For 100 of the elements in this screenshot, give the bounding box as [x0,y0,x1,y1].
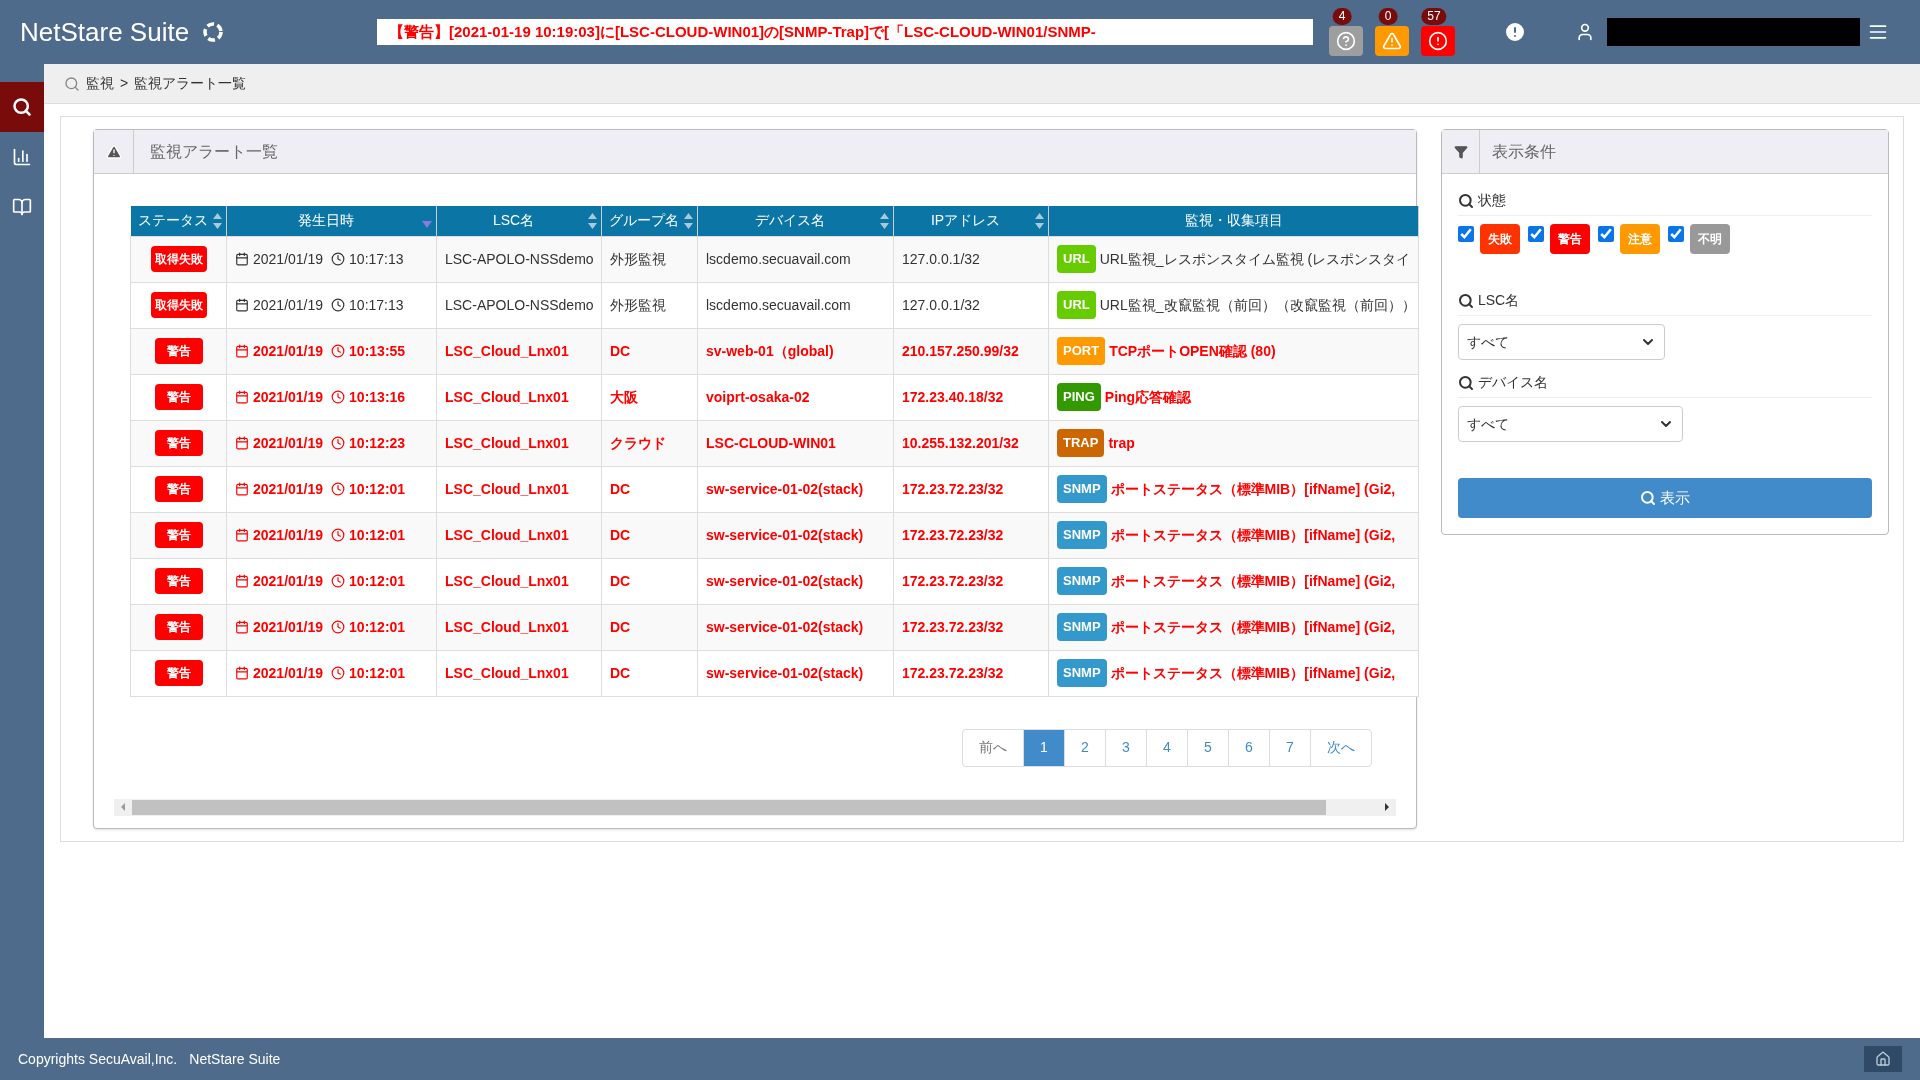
monitor-item-text: URL監視_レスポンスタイム監視 (レスポンスタイ [1099,249,1411,269]
page-button[interactable]: 3 [1106,729,1147,766]
status-tag: 警告 [1550,224,1590,254]
menu-icon[interactable] [1868,22,1888,42]
sort-icon[interactable] [684,212,693,229]
user-icon[interactable] [1575,22,1595,42]
table-cell: voiprt-osaka-02 [697,374,894,420]
column-header[interactable]: グループ名 [601,206,698,236]
breadcrumb-link[interactable]: 監視 [86,73,114,94]
status-checkbox[interactable] [1598,226,1614,242]
column-header[interactable]: LSC名 [436,206,602,236]
count-badge: 57 [1421,8,1447,25]
card-title: 表示条件 [1492,141,1556,162]
table-cell: LSC-APOLO-NSSdemo [436,236,602,282]
next-page-button[interactable]: 次へ [1311,729,1371,766]
page-button[interactable]: 4 [1147,729,1188,766]
alert-counter-button[interactable] [1421,26,1455,56]
table-cell: DC [601,328,698,374]
status-badge: 警告 [154,384,203,410]
clock-icon [331,620,346,634]
time-text: 10:12:01 [349,479,406,499]
horizontal-scrollbar[interactable] [114,798,1396,816]
lsc-select[interactable]: すべて [1458,324,1665,360]
page-button[interactable]: 7 [1270,729,1311,766]
sidebar-item[interactable] [0,82,44,132]
sort-icon[interactable] [588,212,597,229]
table-cell: sw-service-01-02(stack) [697,466,894,512]
column-header[interactable]: 発生日時 [226,206,437,236]
filter-icon [1453,144,1468,159]
alert-counter-button[interactable] [1329,26,1363,56]
home-button[interactable] [1864,1046,1902,1072]
sort-icon[interactable] [1035,212,1044,229]
table-cell: 172.23.72.23/32 [893,512,1049,558]
product-name: NetStare Suite [189,1049,281,1069]
card-title: 監視アラート一覧 [150,141,278,162]
date-text: 2021/01/19 [253,433,324,453]
device-select[interactable]: すべて [1458,406,1683,442]
sort-icon[interactable] [880,212,889,229]
table-cell: sw-service-01-02(stack) [697,604,894,650]
warning-icon [1382,31,1402,51]
calendar-icon [235,528,249,542]
clock-icon [331,528,346,542]
calendar-icon [235,620,249,634]
table-cell: sv-web-01（global) [697,328,894,374]
date-text: 2021/01/19 [253,479,324,499]
status-checkbox[interactable] [1668,226,1684,242]
table-cell: lscdemo.secuavail.com [697,236,894,282]
search-icon [64,75,80,92]
type-badge: PORT [1057,337,1106,365]
time-text: 10:12:01 [349,617,406,637]
clock-icon [331,666,346,680]
time-text: 10:17:13 [349,295,404,315]
clock-icon [331,390,346,404]
alert-ticker[interactable]: 【警告】[2021-01-19 10:19:03]に[LSC-CLOUD-WIN01]の[SNMP-Trap]で[「LSC-CLOUD-WIN01/SNMP- [377,19,1313,45]
date-text: 2021/01/19 [253,571,324,591]
scroll-right-icon[interactable] [1382,802,1392,812]
calendar-icon [235,390,249,404]
table-cell: LSC_Cloud_Lnx01 [436,466,602,512]
date-text: 2021/01/19 [253,249,324,269]
bar-chart-icon [12,147,32,167]
status-checkbox[interactable] [1528,226,1544,242]
exclamation-icon [1428,31,1448,51]
column-header[interactable]: デバイス名 [697,206,894,236]
app-logo[interactable]: NetStare Suite [20,12,190,52]
type-badge: PING [1057,383,1101,411]
table-cell: 大阪 [601,374,698,420]
table-cell: DC [601,512,698,558]
table-cell: LSC_Cloud_Lnx01 [436,328,602,374]
monitor-item-text: TCPポートOPEN確認 (80) [1109,341,1276,361]
column-header[interactable]: IPアドレス [893,206,1049,236]
show-button[interactable]: 表示 [1458,478,1872,518]
calendar-icon [235,482,249,496]
table-cell: LSC_Cloud_Lnx01 [436,420,602,466]
table-cell: DC [601,650,698,696]
sort-icon[interactable] [213,212,222,229]
monitor-item-text: ポートステータス（標準MIB）[ifName] (Gi2, [1110,525,1396,545]
status-checkbox[interactable] [1458,226,1474,242]
table-cell: 172.23.72.23/32 [893,650,1049,696]
status-badge: 警告 [154,430,203,456]
calendar-icon [235,666,249,680]
table-cell: 127.0.0.1/32 [893,236,1049,282]
column-header[interactable]: 監視・収集項目 [1048,206,1419,236]
type-badge: URL [1057,245,1096,273]
status-badge: 警告 [154,338,203,364]
status-badge: 警告 [154,522,203,548]
page-button[interactable]: 5 [1188,729,1229,766]
monitor-item-text: ポートステータス（標準MIB）[ifName] (Gi2, [1110,479,1396,499]
page-button[interactable]: 6 [1229,729,1270,766]
type-badge: TRAP [1057,429,1105,457]
date-text: 2021/01/19 [253,617,324,637]
status-tag: 注意 [1620,224,1660,254]
column-header[interactable]: ステータス [130,206,227,236]
page-button[interactable]: 1 [1024,729,1065,766]
exclamation-icon[interactable] [1503,20,1527,44]
table-cell: LSC-CLOUD-WIN01 [697,420,894,466]
clock-icon [331,574,346,588]
alert-counter-button[interactable] [1375,26,1409,56]
clock-icon [331,344,346,358]
clock-icon [331,298,346,312]
page-button[interactable]: 2 [1065,729,1106,766]
